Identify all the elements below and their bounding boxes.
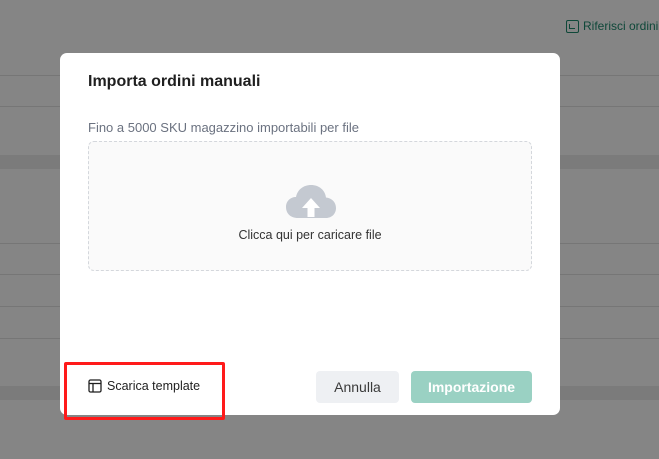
template-icon xyxy=(88,379,102,393)
cancel-button[interactable]: Annulla xyxy=(316,371,399,403)
download-template-link[interactable]: Scarica template xyxy=(88,379,200,393)
dialog-title: Importa ordini manuali xyxy=(88,73,261,90)
cloud-upload-icon xyxy=(286,185,336,218)
dropzone-label: Clicca qui per caricare file xyxy=(238,228,382,242)
import-button[interactable]: Importazione xyxy=(411,371,532,403)
upload-hint: Fino a 5000 SKU magazzino importabili pe… xyxy=(88,120,359,135)
download-template-label: Scarica template xyxy=(107,379,201,393)
import-dialog: Importa ordini manuali Fino a 5000 SKU m… xyxy=(60,53,560,415)
upload-dropzone[interactable]: Clicca qui per caricare file xyxy=(88,141,532,271)
